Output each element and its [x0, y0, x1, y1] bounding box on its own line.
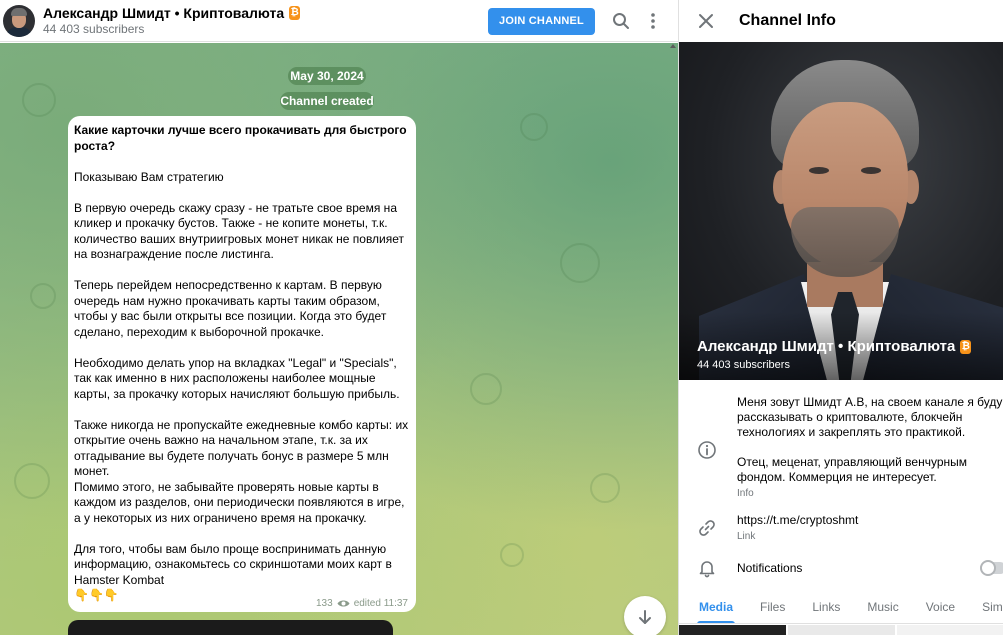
date-divider: May 30, 2024: [288, 67, 366, 85]
shared-media-tabs: Media Files Links Music Voice Sim: [679, 590, 1003, 624]
tab-files[interactable]: Files: [760, 590, 785, 624]
bell-icon: [699, 561, 715, 578]
tabs-divider: [679, 623, 1003, 624]
wallpaper-doodle: [500, 543, 524, 567]
wallpaper-doodle: [590, 473, 620, 503]
media-grid: [679, 625, 1003, 635]
wallpaper-doodle: [14, 463, 50, 499]
wallpaper-doodle: [30, 283, 56, 309]
message-paragraph: Показываю Вам стратегию: [74, 169, 224, 184]
about-label: Info: [737, 488, 754, 499]
about-text-block: Меня зовут Шмидт А.В, на своем канале я …: [737, 395, 1003, 501]
message-meta: 133 edited 11:37: [316, 598, 408, 609]
wallpaper-doodle: [470, 373, 502, 405]
media-thumbnail[interactable]: [788, 625, 895, 635]
edited-time: edited 11:37: [353, 598, 408, 609]
scroll-down-button[interactable]: [624, 596, 666, 635]
service-message: Channel created: [280, 92, 374, 110]
about-row[interactable]: Меня зовут Шмидт А.В, на своем канале я …: [679, 390, 1003, 500]
link-text-block: https://t.me/cryptoshmt Link: [737, 513, 1003, 544]
notifications-row[interactable]: Notifications: [679, 555, 1003, 581]
photo-channel-title: Александр Шмидт • Криптовалюта ₿: [697, 338, 972, 355]
arrow-down-icon: [639, 610, 651, 624]
photo-subscriber-count: 44 403 subscribers: [697, 359, 790, 371]
message-paragraph: Для того, чтобы вам было проще восприним…: [74, 541, 392, 587]
channel-title: Александр Шмидт • Криптовалюта ₿: [43, 5, 301, 21]
media-thumbnail[interactable]: [897, 625, 1003, 635]
message-paragraph: Также никогда не пропускайте ежедневные …: [74, 417, 409, 479]
channel-link[interactable]: https://t.me/cryptoshmt: [737, 513, 1003, 528]
message-paragraph: Помимо этого, не забывайте проверять нов…: [74, 479, 405, 525]
avatar-suit: [5, 26, 33, 37]
tab-similar[interactable]: Sim: [982, 590, 1003, 624]
about-text: Меня зовут Шмидт А.В, на своем канале я …: [737, 395, 1003, 439]
bitcoin-badge-icon: ₿: [960, 339, 972, 354]
chat-title-block[interactable]: Александр Шмидт • Криптовалюта ₿ 44 403 …: [43, 5, 301, 36]
subscriber-count: 44 403 subscribers: [43, 22, 145, 36]
view-count: 133: [316, 598, 333, 609]
channel-name: Александр Шмидт • Криптовалюта: [43, 5, 285, 21]
tab-music[interactable]: Music: [867, 590, 898, 624]
chat-area: Александр Шмидт • Криптовалюта ₿ 44 403 …: [0, 0, 678, 635]
link-row[interactable]: https://t.me/cryptoshmt Link: [679, 510, 1003, 546]
message-paragraph: В первую очередь скажу сразу - не тратьт…: [74, 200, 405, 262]
toggle-knob: [980, 560, 996, 576]
photo-channel-name: Александр Шмидт • Криптовалюта: [697, 338, 956, 355]
channel-info-panel: Channel Info Александр Шмидт • Криптовал…: [678, 0, 1003, 635]
eye-icon: [337, 600, 350, 607]
notifications-label: Notifications: [737, 561, 803, 575]
notifications-toggle[interactable]: [980, 560, 1003, 576]
tab-voice[interactable]: Voice: [926, 590, 955, 624]
wallpaper-doodle: [22, 83, 56, 117]
link-icon: [699, 520, 715, 536]
close-icon[interactable]: [698, 13, 714, 29]
media-thumbnail[interactable]: [679, 625, 786, 635]
scrollbar-up-arrow[interactable]: [670, 44, 676, 48]
wallpaper-doodle: [520, 113, 548, 141]
message-paragraph: Необходимо делать упор на вкладках "Lega…: [74, 355, 400, 401]
tab-links[interactable]: Links: [812, 590, 840, 624]
message-paragraph: Теперь перейдем непосредственно к картам…: [74, 278, 387, 339]
photo-eye: [809, 167, 829, 174]
next-message-preview[interactable]: [68, 620, 393, 635]
search-icon[interactable]: [611, 11, 631, 31]
chat-header[interactable]: Александр Шмидт • Криптовалюта ₿ 44 403 …: [0, 0, 678, 42]
more-vertical-icon[interactable]: [643, 11, 663, 31]
channel-photo[interactable]: Александр Шмидт • Криптовалюта ₿ 44 403 …: [679, 42, 1003, 380]
message-question: Какие карточки лучше всего прокачивать д…: [74, 123, 407, 153]
join-channel-button[interactable]: JOIN CHANNEL: [488, 8, 595, 35]
message-bubble[interactable]: Какие карточки лучше всего прокачивать д…: [68, 116, 416, 612]
channel-avatar[interactable]: [3, 4, 35, 37]
panel-title: Channel Info: [739, 12, 836, 29]
photo-eye: [861, 167, 881, 174]
info-icon: [698, 441, 716, 459]
wallpaper-doodle: [560, 243, 600, 283]
link-label: Link: [737, 531, 756, 542]
bitcoin-badge-icon: ₿: [289, 6, 301, 20]
tab-media[interactable]: Media: [696, 590, 736, 624]
avatar-hair: [11, 7, 27, 16]
about-text-2: Отец, меценат, управляющий венчурным фон…: [737, 455, 968, 484]
